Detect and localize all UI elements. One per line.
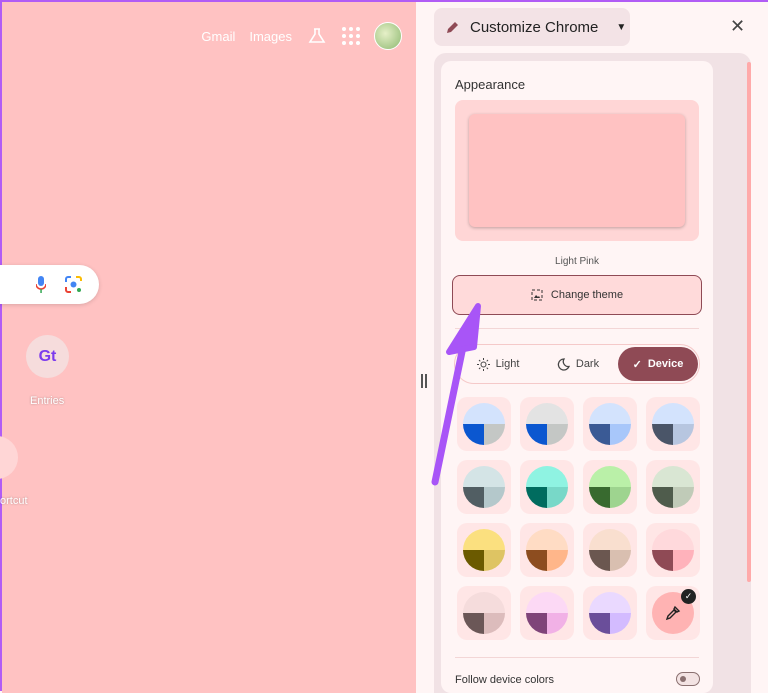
color-swatch[interactable]	[457, 397, 511, 451]
follow-device-label: Follow device colors	[455, 674, 555, 686]
swatch-circle	[652, 529, 694, 571]
image-icon	[531, 289, 543, 301]
gmail-link[interactable]: Gmail	[201, 29, 235, 44]
color-swatch[interactable]	[520, 523, 574, 577]
caret-down-icon: ▼	[616, 21, 627, 33]
swatch-circle	[526, 403, 568, 445]
color-swatch-grid: ✓	[457, 397, 700, 640]
color-swatch[interactable]	[457, 586, 511, 640]
swatch-circle	[463, 466, 505, 508]
microphone-icon[interactable]	[36, 276, 46, 293]
color-swatch[interactable]	[646, 397, 700, 451]
theme-preview	[455, 100, 699, 241]
change-theme-label: Change theme	[550, 289, 624, 301]
selected-check-icon: ✓	[681, 589, 696, 604]
color-swatch[interactable]	[520, 397, 574, 451]
mode-label: Dark	[575, 358, 600, 370]
color-swatch[interactable]	[457, 460, 511, 514]
color-swatch[interactable]	[646, 460, 700, 514]
new-tab-page: Gmail Images Gt Entries ortcut	[0, 2, 416, 693]
google-lens-icon[interactable]	[65, 276, 82, 293]
resize-handle[interactable]	[421, 374, 427, 388]
customize-chrome-dropdown[interactable]: Customize Chrome ▼	[434, 8, 630, 46]
pencil-icon	[447, 22, 458, 33]
check-icon: ✓	[632, 358, 642, 371]
avatar[interactable]	[374, 22, 402, 50]
color-swatch[interactable]	[583, 397, 637, 451]
color-swatch[interactable]	[583, 460, 637, 514]
divider	[455, 328, 699, 329]
labs-flask-icon[interactable]	[306, 25, 328, 47]
swatch-circle	[463, 529, 505, 571]
shortcut-entries[interactable]: Gt	[26, 335, 69, 378]
mode-light-button[interactable]: Light	[463, 347, 533, 381]
change-theme-button[interactable]: Change theme	[452, 275, 702, 315]
mode-selector: Light Dark ✓ Device	[454, 344, 700, 384]
apps-grid-icon[interactable]	[342, 27, 360, 45]
swatch-circle	[589, 403, 631, 445]
mode-device-button[interactable]: ✓ Device	[618, 347, 698, 381]
add-shortcut-button[interactable]	[0, 436, 18, 479]
scrollbar[interactable]	[747, 62, 751, 582]
color-swatch[interactable]	[520, 586, 574, 640]
color-swatch[interactable]	[457, 523, 511, 577]
swatch-circle	[526, 592, 568, 634]
panel-title: Customize Chrome	[470, 18, 599, 36]
swatch-circle	[652, 403, 694, 445]
color-swatch[interactable]	[520, 460, 574, 514]
color-swatch[interactable]	[583, 586, 637, 640]
swatch-circle	[526, 466, 568, 508]
top-links: Gmail Images	[201, 22, 402, 50]
swatch-circle	[463, 403, 505, 445]
swatch-circle	[589, 529, 631, 571]
color-swatch[interactable]	[646, 523, 700, 577]
sun-icon	[476, 357, 490, 371]
shortcut-label: Entries	[30, 395, 65, 407]
swatch-circle	[463, 592, 505, 634]
mode-label: Device	[647, 358, 684, 370]
shortcut-label: ortcut	[0, 495, 28, 507]
shortcut-glyph: Gt	[38, 347, 57, 365]
images-link[interactable]: Images	[249, 29, 292, 44]
swatch-circle	[526, 529, 568, 571]
swatch-circle	[589, 466, 631, 508]
color-swatch[interactable]	[583, 523, 637, 577]
custom-color-swatch[interactable]: ✓	[646, 586, 700, 640]
close-icon[interactable]: ✕	[730, 16, 745, 37]
moon-icon	[557, 357, 570, 371]
divider	[455, 657, 699, 658]
search-box[interactable]	[0, 265, 99, 304]
mode-dark-button[interactable]: Dark	[543, 347, 613, 381]
theme-name: Light Pink	[555, 256, 599, 267]
section-title: Appearance	[455, 77, 526, 92]
eyedropper-icon	[665, 605, 681, 621]
swatch-circle	[652, 466, 694, 508]
follow-device-toggle[interactable]	[676, 672, 700, 686]
mode-label: Light	[495, 358, 520, 370]
swatch-circle	[589, 592, 631, 634]
